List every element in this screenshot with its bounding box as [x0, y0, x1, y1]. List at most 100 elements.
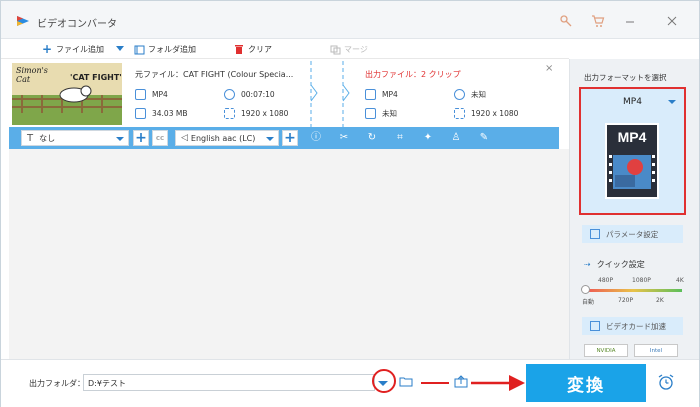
output-size: 未知: [365, 108, 397, 119]
audio-track-select[interactable]: ◁ English aac (LC): [175, 130, 279, 146]
add-folder-button[interactable]: フォルダ追加: [133, 42, 196, 56]
highlight-circle: [372, 369, 396, 393]
app-logo-icon: [17, 16, 29, 26]
output-format: MP4: [365, 89, 398, 100]
add-audio-button[interactable]: +: [282, 130, 298, 146]
merge-icon: [329, 43, 341, 55]
gpu-acceleration-button[interactable]: ビデオカード加速: [582, 317, 683, 335]
quick-settings-header: ⇢ クイック設定: [584, 259, 645, 270]
edit-subtitle-icon[interactable]: ✎: [477, 131, 491, 145]
subtitle-value: なし: [39, 133, 56, 143]
chevron-down-icon: [116, 46, 124, 51]
plus-icon: +: [41, 42, 53, 56]
minimize-icon[interactable]: [623, 14, 637, 28]
quality-tick-720p: 720P: [618, 297, 634, 304]
speaker-icon: ◁: [181, 133, 188, 143]
output-duration-value: 未知: [471, 90, 486, 99]
cut-icon[interactable]: ✂: [337, 131, 351, 145]
title-bar: ビデオコンバータ: [1, 1, 699, 39]
resolution-icon: [224, 108, 235, 119]
source-size-value: 34.03 MB: [152, 109, 188, 118]
convert-arrow-icon: [310, 61, 350, 127]
app-window: ビデオコンバータ + ファイル追加 フォルダ追加 クリア マージ Simon's…: [0, 0, 700, 407]
output-format-title: 出力フォーマットを選択: [584, 73, 667, 82]
clear-button[interactable]: クリア: [233, 42, 272, 56]
trash-icon: [233, 43, 245, 55]
chip-icon: [590, 321, 600, 331]
add-file-label: ファイル追加: [56, 44, 104, 54]
resolution-icon: [454, 108, 465, 119]
file-item-card[interactable]: Simon's Cat 'CAT FIGHT' 元ファイル：CAT FIGHT …: [9, 61, 559, 127]
merge-button[interactable]: マージ: [329, 42, 368, 56]
parameter-settings-label: パラメータ設定: [606, 229, 659, 239]
quality-tick-4k: 4K: [676, 277, 684, 284]
mp4-format-icon: MP4: [605, 123, 659, 199]
source-resolution-value: 1920 x 1080: [241, 109, 289, 118]
quick-settings-label: クイック設定: [596, 260, 645, 269]
cart-icon[interactable]: [591, 14, 605, 28]
format-icon: [365, 89, 376, 100]
annotation-arrow: [421, 375, 525, 391]
nvidia-badge[interactable]: NVIDIA: [584, 344, 628, 357]
close-window-icon[interactable]: [665, 14, 679, 28]
add-folder-label: フォルダ追加: [148, 44, 196, 54]
subtitle-icon: T: [27, 132, 34, 144]
parameter-settings-button[interactable]: パラメータ設定: [582, 225, 683, 243]
film-icon: [609, 155, 655, 189]
info-icon[interactable]: ⓘ: [309, 131, 323, 145]
remove-file-icon[interactable]: ×: [545, 63, 553, 74]
add-subtitle-button[interactable]: +: [133, 130, 149, 146]
output-folder-label: 出力フォルダ：: [29, 379, 85, 388]
open-folder-icon[interactable]: [399, 376, 413, 387]
source-format: MP4: [135, 89, 168, 100]
output-format-value: MP4: [382, 90, 398, 99]
effect-icon[interactable]: ✦: [421, 131, 435, 145]
watermark-icon[interactable]: ♙: [449, 131, 463, 145]
subtitle-select[interactable]: T なし: [21, 130, 129, 146]
cc-icon[interactable]: cc: [152, 130, 168, 146]
mp4-icon-label: MP4: [617, 129, 647, 145]
quality-tick-480p: 480P: [598, 277, 614, 284]
source-size: 34.03 MB: [135, 108, 187, 119]
quality-slider-handle[interactable]: [581, 285, 590, 294]
app-title: ビデオコンバータ: [37, 19, 117, 30]
export-icon[interactable]: [454, 375, 468, 388]
chevron-down-icon: [116, 137, 124, 141]
output-resolution-value: 1920 x 1080: [471, 109, 519, 118]
rotate-icon[interactable]: ↻: [365, 131, 379, 145]
toolbar: + ファイル追加 フォルダ追加 クリア マージ: [1, 39, 569, 59]
source-label: 元ファイル：: [135, 70, 183, 79]
intel-badge[interactable]: Intel: [634, 344, 678, 357]
thumbnail-title-right: 'CAT FIGHT': [70, 73, 122, 82]
clear-label: クリア: [248, 44, 272, 54]
output-duration: 未知: [454, 89, 486, 100]
source-duration-value: 00:07:10: [241, 90, 275, 99]
source-resolution: 1920 x 1080: [224, 108, 288, 119]
output-clips: 2 クリップ: [421, 70, 461, 79]
add-file-dropdown[interactable]: [116, 42, 124, 56]
source-filename: CAT FIGHT (Colour Specia...: [183, 70, 294, 79]
video-thumbnail[interactable]: Simon's Cat 'CAT FIGHT': [12, 63, 122, 125]
file-list-area: [9, 149, 569, 361]
quality-slider[interactable]: [581, 285, 682, 294]
output-format-selector[interactable]: MP4 MP4: [579, 87, 686, 215]
source-file-line: 元ファイル：CAT FIGHT (Colour Specia...: [135, 69, 293, 80]
chevron-down-icon: [266, 137, 274, 141]
add-file-button[interactable]: + ファイル追加: [41, 42, 104, 56]
alarm-clock-icon[interactable]: [657, 373, 675, 391]
bottom-bar: 出力フォルダ： D:¥テスト 変換: [1, 359, 699, 407]
clock-icon: [224, 89, 235, 100]
intel-label: Intel: [649, 347, 663, 354]
crop-icon[interactable]: ⌗: [393, 131, 407, 145]
source-format-value: MP4: [152, 90, 168, 99]
output-resolution: 1920 x 1080: [454, 108, 518, 119]
gpu-acceleration-label: ビデオカード加速: [606, 321, 666, 331]
folder-icon: [365, 108, 376, 119]
key-icon[interactable]: [559, 14, 573, 28]
quality-tick-auto: 自動: [582, 299, 595, 306]
edit-toolbar: T なし + cc ◁ English aac (LC) + ⓘ ✂ ↻ ⌗ ✦…: [9, 127, 559, 149]
format-icon: [135, 89, 146, 100]
convert-button[interactable]: 変換: [526, 364, 646, 402]
folder-icon: [135, 108, 146, 119]
output-folder-input[interactable]: D:¥テスト: [83, 374, 375, 391]
